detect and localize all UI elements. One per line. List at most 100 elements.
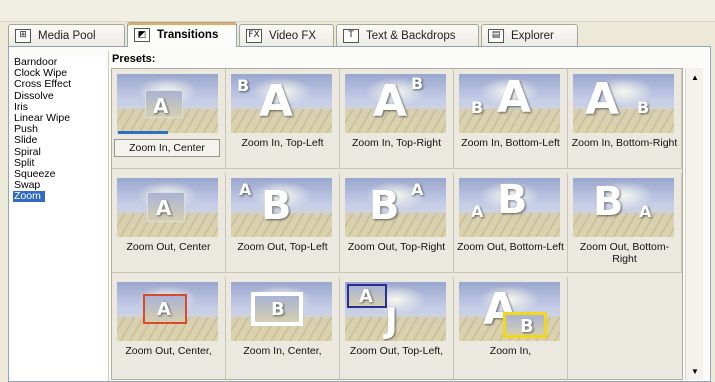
preset-tile[interactable]: A B Zoom In, (454, 277, 568, 382)
preset-tile[interactable]: A Zoom In, Center (112, 69, 226, 169)
scroll-down-icon[interactable]: ▼ (687, 363, 703, 379)
preset-thumbnail: BA (459, 74, 560, 133)
letter-glyph: J (385, 301, 398, 341)
preset-caption: Zoom In, Bottom-Right (571, 137, 678, 149)
category-item[interactable]: Zoom (13, 191, 45, 203)
preset-thumbnail: A (117, 282, 218, 341)
tab-media-pool[interactable]: ⊞ Media Pool (8, 24, 125, 46)
preset-caption: Zoom In, Center, (243, 345, 322, 357)
zoom-frame: A (147, 192, 185, 222)
letter-glyph: B (471, 98, 484, 117)
media-pool-icon: ⊞ (15, 28, 31, 43)
preset-thumbnail: BA (573, 178, 674, 237)
tab-label: Media Pool (38, 29, 96, 42)
zoom-frame: A (145, 90, 183, 118)
preset-thumbnail: AB (573, 74, 674, 133)
presets-scrollbar[interactable]: ▲ ▼ (685, 68, 703, 380)
tab-label: Video FX (269, 29, 317, 42)
tab-transitions[interactable]: ◩ Transitions (127, 22, 237, 47)
preset-thumbnail: B (231, 282, 332, 341)
letter-glyph: A (157, 299, 171, 320)
letter-glyph: A (497, 74, 532, 123)
letter-glyph: B (237, 76, 250, 95)
zoom-frame: B (503, 312, 547, 338)
preset-caption: Zoom In, (489, 345, 532, 357)
preset-thumbnail: A (117, 178, 218, 237)
preset-tile[interactable]: B A Zoom In, Bottom-Left (454, 69, 568, 169)
preset-caption: Zoom Out, Bottom-Right (579, 241, 670, 265)
preset-tile[interactable]: B A Zoom Out, Bottom-Right (568, 173, 682, 273)
category-item[interactable]: Slide (13, 135, 105, 146)
tab-label: Transitions (157, 29, 219, 41)
preset-caption: Zoom Out, Bottom-Left (457, 241, 564, 253)
preset-caption: Zoom Out, Top-Right (347, 241, 446, 253)
divider (108, 51, 109, 381)
text-backdrops-icon: T (343, 28, 359, 43)
tab-text-backdrops[interactable]: T Text & Backdrops (336, 24, 479, 46)
preset-caption: Zoom In, Top-Left (241, 137, 324, 149)
presets-label: Presets: (112, 53, 156, 65)
preset-thumbnail: AB (459, 178, 560, 237)
preset-thumbnail: A (117, 74, 218, 133)
preset-tile[interactable]: A B Zoom In, Top-Right (340, 69, 454, 169)
letter-glyph: A (471, 202, 484, 221)
tab-label: Text & Backdrops (366, 29, 456, 42)
preset-tile[interactable]: B Zoom In, Center, (226, 277, 340, 382)
preset-tile[interactable]: A B Zoom In, Bottom-Right (568, 69, 682, 169)
letter-glyph: A (639, 202, 652, 221)
preset-thumbnail: BA (345, 178, 446, 237)
selection-indicator (118, 131, 168, 134)
zoom-frame: A (347, 284, 387, 308)
letter-glyph: A (359, 286, 373, 307)
preset-thumbnail: AB (345, 74, 446, 133)
letter-glyph: B (271, 299, 285, 320)
preset-tile[interactable]: A B Zoom Out, Bottom-Left (454, 173, 568, 273)
letter-glyph: A (373, 76, 408, 127)
letter-glyph: B (411, 74, 424, 93)
preset-caption: Zoom Out, Center, (125, 345, 212, 357)
zoom-frame: A (143, 294, 187, 324)
preset-tile[interactable]: A Zoom Out, Center, (112, 277, 226, 382)
category-item[interactable]: Spiral (13, 146, 105, 158)
preset-caption: Zoom Out, Top-Left (237, 241, 328, 253)
preset-thumbnail: AB (231, 178, 332, 237)
preset-tile[interactable]: A B Zoom Out, Top-Left (226, 173, 340, 273)
scroll-up-icon[interactable]: ▲ (687, 69, 703, 85)
letter-glyph: B (261, 183, 292, 229)
tab-video-fx[interactable]: FX Video FX (239, 24, 334, 46)
letter-glyph: A (239, 180, 252, 199)
transitions-panel: Barndoor Clock Wipe Cross Effect Dissolve Ir… (8, 46, 711, 382)
letter-glyph: B (497, 178, 528, 223)
tab-explorer[interactable]: ▤ Explorer (481, 24, 578, 46)
window-top-strip (0, 0, 715, 22)
transition-category-list[interactable]: Barndoor Clock Wipe Cross Effect Dissolve Ir… (13, 56, 105, 377)
letter-glyph: B (369, 183, 400, 229)
preset-tile[interactable]: B A Zoom In, Top-Left (226, 69, 340, 169)
preset-caption: Zoom Out, Center (126, 241, 211, 253)
video-fx-icon: FX (246, 28, 262, 43)
presets-grid: A Zoom In, Center B A Zoom In, Top-Left A B Zoo… (111, 68, 683, 382)
preset-thumbnail: AJ (345, 282, 446, 341)
letter-glyph: B (637, 98, 650, 117)
preset-caption: Zoom In, Bottom-Left (461, 137, 560, 149)
category-item[interactable]: Cross Effect (13, 79, 105, 90)
letter-glyph: A (259, 76, 294, 127)
letter-glyph: B (520, 316, 534, 337)
tab-label: Explorer (511, 29, 554, 42)
preset-tile[interactable]: A Zoom Out, Center (112, 173, 226, 273)
preset-caption: Zoom In, Top-Right (351, 137, 442, 149)
transitions-icon: ◩ (134, 28, 150, 42)
letter-glyph: A (156, 196, 172, 220)
preset-tile[interactable]: A J Zoom Out, Top-Left, (340, 277, 454, 382)
tab-bar: ⊞ Media Pool ◩ Transitions FX Video FX T Text &… (8, 22, 708, 47)
preset-tile[interactable]: B A Zoom Out, Top-Right (340, 173, 454, 273)
letter-glyph: A (411, 180, 424, 199)
letter-glyph: A (585, 74, 620, 125)
preset-caption: Zoom Out, Top-Left, (349, 345, 444, 357)
preset-thumbnail: BA (231, 74, 332, 133)
letter-glyph: B (593, 179, 624, 225)
explorer-icon: ▤ (488, 28, 504, 43)
preset-thumbnail: AB (459, 282, 560, 341)
zoom-frame: B (251, 292, 303, 326)
preset-caption: Zoom In, Center (114, 139, 220, 157)
